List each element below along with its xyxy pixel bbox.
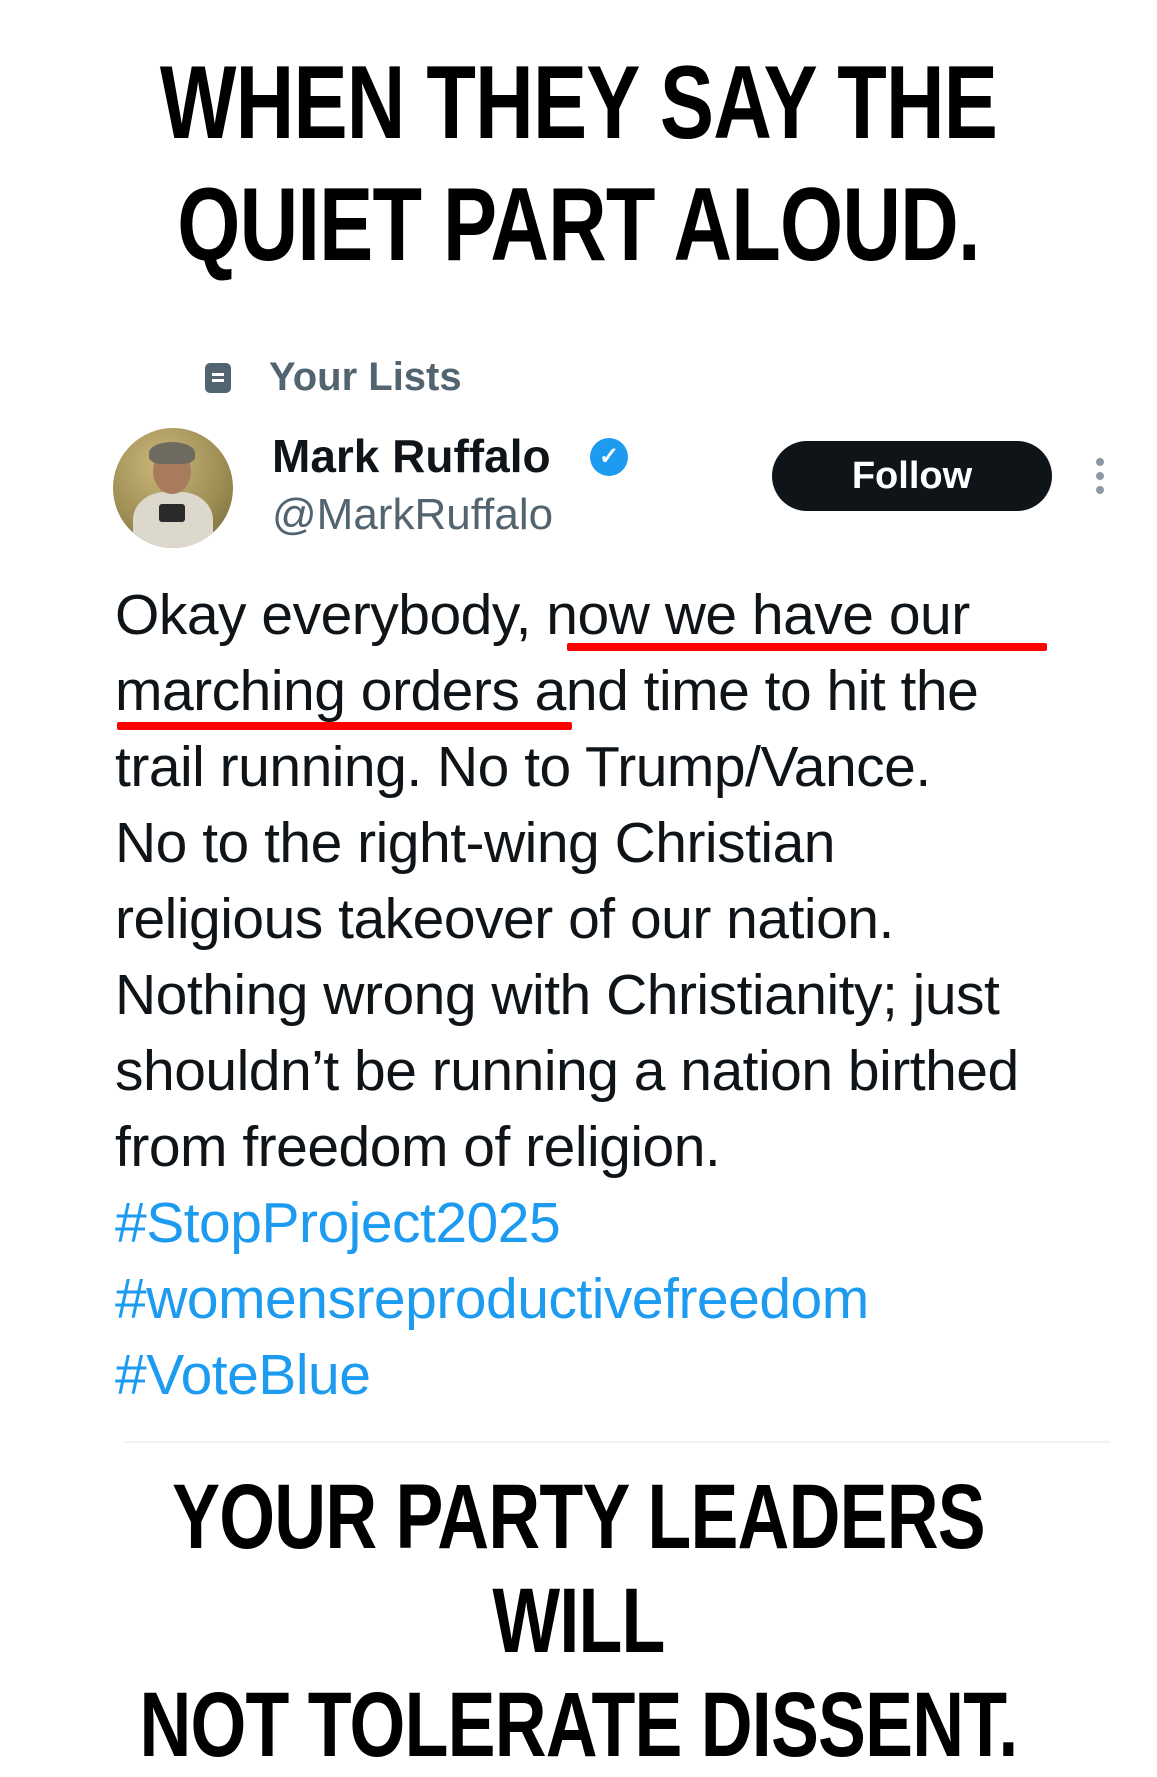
user-handle[interactable]: @MarkRuffalo — [272, 488, 553, 542]
hashtag-link[interactable]: #StopProject2025 — [115, 1185, 1155, 1261]
tweet-line: marching orders and time to hit the — [115, 659, 979, 723]
hashtag-link[interactable]: #womensreproductivefreedom — [115, 1261, 1155, 1337]
hashtag-link[interactable]: #VoteBlue — [115, 1337, 1155, 1413]
tweet-line: from freedom of religion. — [115, 1115, 721, 1179]
tweet-line: religious takeover of our nation. — [115, 887, 894, 951]
verified-badge-icon: ✓ — [590, 438, 628, 476]
more-options-icon[interactable] — [1095, 458, 1105, 498]
tweet-line: Okay everybody, now we have our — [115, 583, 970, 647]
bottom-caption: YOUR PARTY LEADERS WILL NOT TOLERATE DIS… — [127, 1465, 1029, 1777]
display-name[interactable]: Mark Ruffalo — [272, 428, 551, 484]
divider — [125, 1441, 1110, 1443]
tweet-line: shouldn’t be running a nation birthed — [115, 1039, 1019, 1103]
top-caption: WHEN THEY SAY THE QUIET PART ALOUD. — [127, 42, 1029, 286]
top-caption-line-2: QUIET PART ALOUD. — [177, 167, 980, 283]
red-underline-annotation — [117, 722, 572, 730]
tweet-line: No to the right-wing Christian — [115, 811, 836, 875]
your-lists-label: Your Lists — [269, 355, 462, 399]
avatar[interactable] — [113, 428, 233, 548]
top-caption-line-1: WHEN THEY SAY THE — [159, 45, 998, 161]
tweet-text: Okay everybody, now we have our marching… — [115, 577, 1155, 1413]
tweet-line: Nothing wrong with Christianity; just — [115, 963, 1000, 1027]
list-icon — [205, 362, 231, 393]
red-underline-annotation — [567, 643, 1047, 651]
bottom-caption-line-1: YOUR PARTY LEADERS WILL — [172, 1466, 985, 1672]
bottom-caption-line-2: NOT TOLERATE DISSENT. — [139, 1674, 1018, 1776]
follow-button[interactable]: Follow — [772, 441, 1052, 511]
your-lists-context[interactable]: Your Lists — [205, 355, 462, 400]
tweet-line: trail running. No to Trump/Vance. — [115, 735, 931, 799]
